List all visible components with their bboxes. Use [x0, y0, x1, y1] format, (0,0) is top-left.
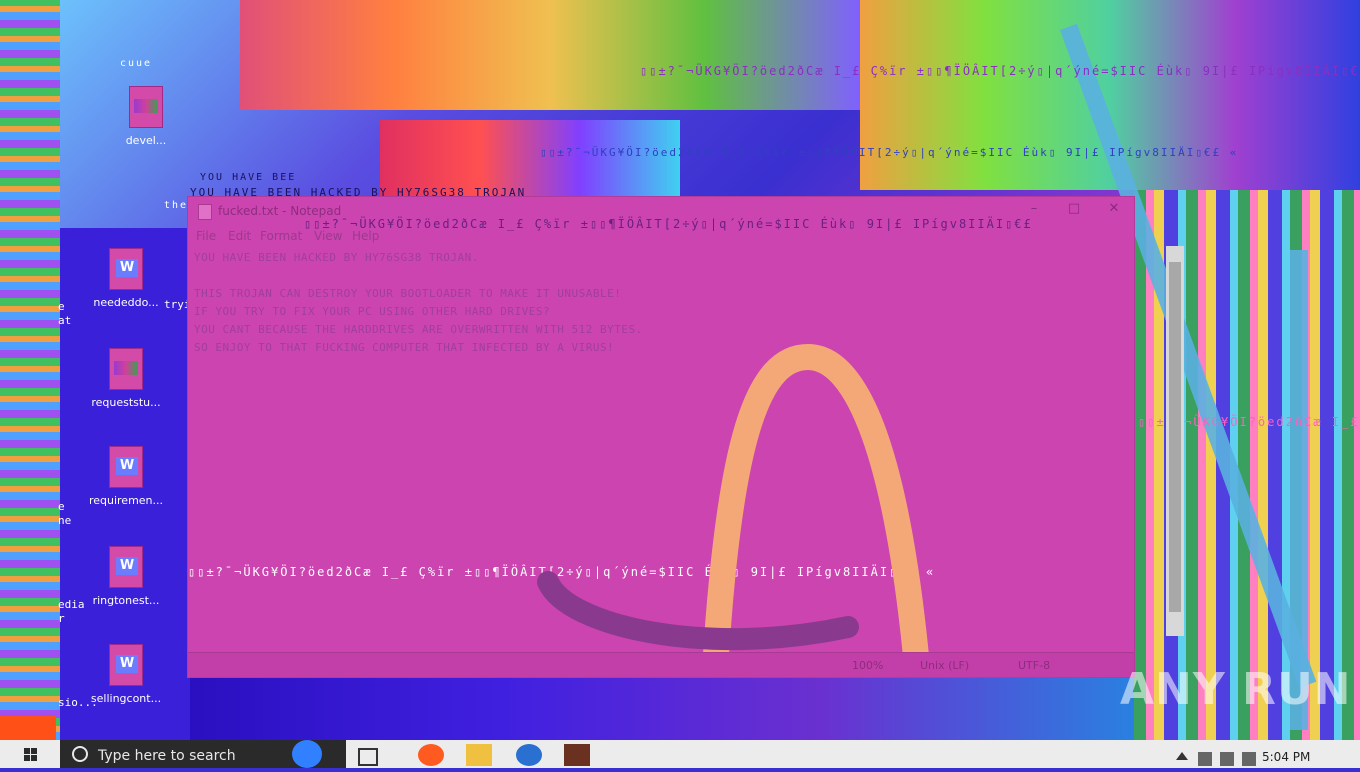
glitch-text: YOU HAVE BEE — [200, 172, 297, 183]
partial-icon-label: at — [58, 314, 72, 327]
desktop-icon-label: requeststu... — [91, 396, 161, 409]
desktop-icon-label: neededdo... — [93, 296, 159, 309]
desktop-icon-sellingcont[interactable]: W sellingcont... — [86, 644, 166, 705]
network-icon[interactable] — [1198, 752, 1212, 766]
task-view-icon[interactable] — [358, 748, 378, 766]
windows-logo-icon — [24, 748, 37, 761]
zoom-level: 100% — [852, 659, 884, 672]
file-explorer-icon[interactable] — [466, 744, 492, 766]
search-placeholder: Type here to search — [98, 748, 236, 764]
desktop-icon-requeststu[interactable]: requeststu... — [86, 348, 166, 409]
text-line: THIS TROJAN CAN DESTROY YOUR BOOTLOADER … — [194, 287, 622, 300]
search-icon — [72, 746, 88, 762]
glitch-layer — [0, 0, 60, 740]
vertical-scrollbar[interactable] — [1166, 246, 1184, 636]
desktop-icon-neededdo[interactable]: W neededdo... — [86, 248, 166, 309]
glitch-text: ▯▯±?¯¬ÜKG¥ÖI?öed2ðCæ I_£ Ç%ïr ±▯▯¶ÏÖÂIT[… — [640, 64, 1360, 78]
volume-icon[interactable] — [1220, 752, 1234, 766]
desktop-icon-label: sellingcont... — [90, 692, 162, 705]
glitch-layer — [190, 676, 1134, 740]
tray-chevron-icon[interactable] — [1176, 752, 1188, 760]
partial-icon-label: e — [58, 300, 65, 313]
anyrun-watermark: ANY RUN — [1120, 664, 1352, 715]
desktop-icon-devel[interactable]: devel... — [106, 86, 186, 147]
image-file-icon — [129, 86, 163, 128]
menu-bar: File Edit Format View Help — [188, 227, 1134, 245]
clock-time[interactable]: 5:04 PM — [1262, 750, 1310, 764]
window-title: fucked.txt - Notepad — [218, 204, 342, 218]
app-icon[interactable] — [564, 744, 590, 766]
glitch-layer — [240, 0, 860, 110]
title-bar[interactable]: fucked.txt - Notepad ▯▯±?¯¬ÜKG¥ÖI?öed2ðC… — [188, 197, 1134, 231]
watermark-text: ANY RUN — [1120, 664, 1352, 715]
desktop-icon-label: ringtonest... — [92, 594, 160, 607]
glitch-text: ▯▯±?¯¬ÜKG¥ÖI?öed2ðCæ I_£ Ç%ïr ±▯▯¶ÏÖÂIT[… — [540, 146, 1239, 159]
desktop-icon-requiremen[interactable]: W requiremen... — [86, 446, 166, 507]
encoding: UTF-8 — [1018, 659, 1051, 672]
status-bar: 100% Unix (LF) UTF-8 — [188, 652, 1134, 677]
menu-format[interactable]: Format — [260, 229, 302, 243]
partial-icon-label: r — [58, 612, 65, 625]
desktop-background: ▯▯±?¯¬ÜKG¥ÖI?öed2ðCæ I_£ Ç%ïr ±▯▯¶ÏÖÂIT[… — [0, 0, 1360, 740]
close-button[interactable]: ✕ — [1094, 201, 1134, 221]
desktop-icon-ringtonest[interactable]: W ringtonest... — [86, 546, 166, 607]
partial-icon-label: e — [58, 500, 65, 513]
partial-icon-label: edia — [58, 598, 85, 611]
notepad-window[interactable]: fucked.txt - Notepad ▯▯±?¯¬ÜKG¥ÖI?öed2ðC… — [187, 196, 1135, 678]
menu-file[interactable]: File — [196, 229, 216, 243]
keyboard-icon[interactable] — [1242, 752, 1256, 766]
word-document-icon: W — [109, 446, 143, 488]
scroll-thumb[interactable] — [1169, 262, 1181, 612]
start-button[interactable] — [0, 740, 58, 768]
menu-help[interactable]: Help — [352, 229, 379, 243]
glitch-layer — [1290, 250, 1308, 730]
line-ending: Unix (LF) — [920, 659, 970, 672]
search-input[interactable]: Type here to search — [60, 740, 346, 768]
desktop-icon-label: requiremen... — [88, 494, 164, 507]
glitch-arch-overlay — [537, 343, 931, 677]
text-line — [194, 267, 1094, 285]
notepad-icon — [198, 204, 212, 220]
menu-view[interactable]: View — [314, 229, 342, 243]
cortana-smiley-icon[interactable] — [292, 740, 322, 768]
text-line: YOU HAVE BEEN HACKED BY HY76SG38 TROJAN. — [194, 251, 479, 264]
word-document-icon: W — [109, 546, 143, 588]
image-file-icon — [109, 348, 143, 390]
menu-edit[interactable]: Edit — [228, 229, 251, 243]
desktop-icon-label: devel... — [125, 134, 167, 147]
partial-icon-label: ne — [58, 514, 72, 527]
glitch-text: cuue — [120, 58, 153, 69]
text-line: IF YOU TRY TO FIX YOUR PC USING OTHER HA… — [194, 305, 551, 318]
taskbar: Type here to search 5:04 PM — [0, 740, 1360, 768]
edge-icon[interactable] — [516, 744, 542, 766]
word-document-icon: W — [109, 644, 143, 686]
minimize-button[interactable]: – — [1014, 201, 1054, 221]
word-document-icon: W — [109, 248, 143, 290]
firefox-icon[interactable] — [418, 744, 444, 766]
maximize-button[interactable]: □ — [1054, 201, 1094, 221]
glitch-layer — [0, 716, 56, 740]
